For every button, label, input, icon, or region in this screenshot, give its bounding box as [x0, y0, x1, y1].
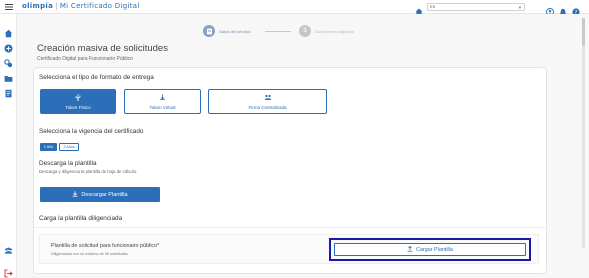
chevron-down-icon: ▼	[518, 5, 522, 10]
upload-icon	[407, 245, 413, 254]
upload-field-description: Diligenciada con un máximo de 50 solicit…	[51, 252, 129, 256]
step-label: Documentos adjuntos	[315, 28, 354, 34]
cloud-icon	[159, 94, 166, 103]
menu-icon[interactable]	[5, 3, 13, 11]
app-title: Mi Certificado Digital	[59, 2, 140, 10]
validity-option-1-year[interactable]: 1 Año	[40, 143, 57, 151]
format-option-label: Token Virtual	[149, 104, 176, 110]
download-section-description: Descarga y diligencia la plantilla de ho…	[39, 169, 138, 174]
usb-icon	[75, 93, 81, 103]
format-option-firma-centralizada[interactable]: Firma Centralizada	[208, 89, 327, 114]
format-option-label: Token Físico	[65, 104, 91, 110]
validity-section-title: Selecciona la vigencia del certificado	[39, 128, 144, 135]
upload-button-label: Cargar Plantilla	[416, 246, 453, 253]
logout-icon[interactable]	[4, 265, 13, 278]
validity-option-2-years[interactable]: 2 Años	[59, 143, 79, 151]
brand-name: olimpia	[22, 2, 54, 10]
users-icon[interactable]	[4, 242, 13, 254]
section-divider	[34, 227, 546, 228]
download-template-button[interactable]: Descargar Plantilla	[40, 187, 160, 202]
network-icon[interactable]	[4, 55, 13, 68]
home-icon[interactable]	[415, 3, 423, 16]
download-button-label: Descargar Plantilla	[81, 191, 128, 198]
add-circle-icon[interactable]	[4, 40, 13, 53]
upload-section-title: Carga la plantilla diligenciada	[39, 215, 123, 222]
format-section-title: Selecciona el tipo de formato de entrega	[39, 74, 154, 81]
user-icon[interactable]	[546, 3, 554, 16]
format-option-label: Firma Centralizada	[248, 104, 287, 110]
language-value: ES	[430, 4, 436, 9]
page-subtitle: Certificado Digital para Funcionario Púb…	[37, 56, 133, 62]
download-icon	[72, 190, 78, 199]
step-document-icon	[203, 25, 215, 37]
scrollbar-thumb[interactable]	[582, 18, 585, 46]
format-option-token-fisico[interactable]: Token Físico	[40, 89, 116, 114]
upload-field-label: Plantilla de solicitud para funcionario …	[51, 243, 160, 249]
top-bar: olimpia | Mi Certificado Digital ES ▼ ?	[0, 0, 589, 16]
download-section-title: Descarga la plantilla	[39, 160, 97, 167]
step-datos-servicio[interactable]: Datos del servicio	[203, 25, 251, 37]
step-label: Datos del servicio	[219, 28, 251, 34]
document-icon[interactable]	[4, 85, 13, 98]
users-icon	[264, 94, 272, 103]
scrollbar[interactable]	[582, 18, 585, 248]
sidebar-home-icon[interactable]	[4, 25, 13, 38]
step-documentos-adjuntos[interactable]: $ Documentos adjuntos	[299, 25, 354, 37]
step-dollar-icon: $	[299, 25, 311, 37]
folder-icon[interactable]	[4, 70, 13, 82]
step-connector	[265, 31, 291, 32]
sidebar	[0, 14, 17, 278]
app-logo[interactable]: olimpia | Mi Certificado Digital	[22, 2, 140, 10]
bell-icon[interactable]	[559, 3, 567, 16]
format-option-token-virtual[interactable]: Token Virtual	[124, 89, 201, 114]
language-select[interactable]: ES ▼	[427, 3, 525, 11]
help-icon[interactable]: ?	[572, 3, 580, 16]
page-title: Creación masiva de solicitudes	[37, 43, 168, 54]
upload-template-button[interactable]: Cargar Plantilla	[334, 243, 526, 256]
